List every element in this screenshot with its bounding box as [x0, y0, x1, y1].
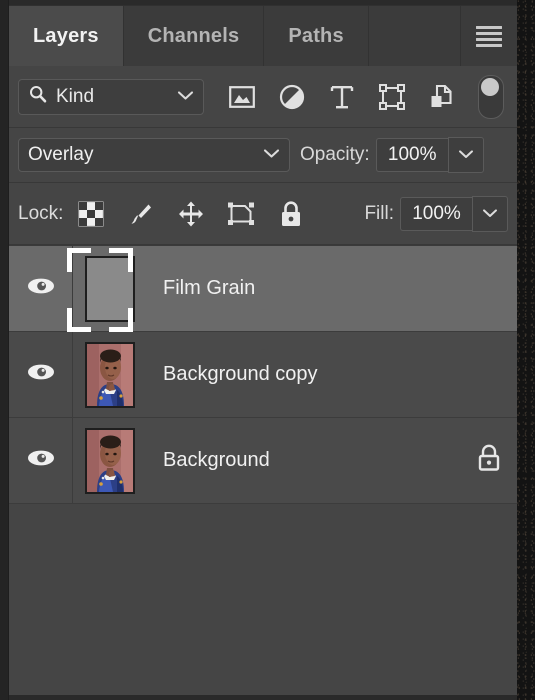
lock-icon-group: [77, 200, 305, 228]
layer-thumbnail: [85, 341, 135, 408]
filter-type-icon-group: [228, 83, 456, 111]
eye-visibility-icon: [26, 448, 56, 473]
tab-channels[interactable]: Channels: [123, 6, 265, 66]
lock-nesting-artboard-icon[interactable]: [227, 200, 255, 228]
layer-locked-icon[interactable]: [476, 443, 502, 478]
shape-layer-filter-icon[interactable]: [378, 83, 406, 111]
panel-tab-bar: Layers Channels Paths: [9, 6, 517, 66]
lock-label: Lock:: [18, 202, 64, 224]
filter-kind-select[interactable]: Kind: [18, 78, 204, 115]
left-edge-rail: [0, 0, 9, 700]
layer-visibility-toggle[interactable]: [9, 332, 73, 417]
hamburger-menu-icon: [476, 25, 502, 47]
tab-layers[interactable]: Layers: [9, 6, 124, 66]
lock-all-icon[interactable]: [277, 200, 305, 228]
lock-position-icon[interactable]: [177, 200, 205, 228]
eye-visibility-icon: [26, 276, 56, 301]
panel-menu-button[interactable]: [461, 6, 517, 66]
layer-thumbnail-cell[interactable]: [73, 341, 147, 408]
eye-visibility-icon: [26, 362, 56, 387]
lock-image-pixels-icon[interactable]: [127, 200, 155, 228]
filter-toggle-knob: [481, 77, 499, 96]
chevron-down-icon: [263, 146, 280, 164]
opacity-input[interactable]: 100%: [375, 138, 448, 172]
tab-layers-label: Layers: [33, 24, 99, 47]
table-row[interactable]: Film Grain: [9, 246, 517, 332]
table-row[interactable]: Background: [9, 418, 517, 504]
layer-name[interactable]: Background: [147, 449, 461, 472]
filter-kind-label: Kind: [56, 85, 95, 107]
type-layer-filter-icon[interactable]: [328, 83, 356, 111]
tab-paths-label: Paths: [288, 24, 344, 47]
photoshop-layers-panel-screen: Layers Channels Paths Kind Overlay Opaci…: [0, 0, 535, 700]
canvas-noise-edge: [517, 0, 535, 700]
layer-filter-row: Kind: [9, 66, 517, 128]
adjustment-layer-filter-icon[interactable]: [278, 83, 306, 111]
blend-mode-select[interactable]: Overlay: [18, 138, 290, 172]
fill-stepper-button[interactable]: [472, 195, 508, 232]
tab-paths[interactable]: Paths: [264, 6, 369, 66]
layers-panel: Layers Channels Paths Kind Overlay Opaci…: [9, 5, 517, 695]
tab-bar-filler: [368, 6, 461, 66]
layer-thumbnail: [85, 427, 135, 494]
search-icon: [28, 84, 48, 109]
layer-lock-slot: [461, 443, 517, 478]
chevron-down-icon: [177, 88, 194, 106]
chevron-down-icon: [458, 146, 474, 164]
pixel-layer-filter-icon[interactable]: [228, 83, 256, 111]
layer-name[interactable]: Background copy: [147, 363, 461, 386]
layer-name[interactable]: Film Grain: [147, 277, 461, 300]
lock-transparent-pixels-icon[interactable]: [77, 200, 105, 228]
layer-visibility-toggle[interactable]: [9, 246, 73, 331]
blend-mode-value: Overlay: [28, 144, 94, 165]
smart-object-filter-icon[interactable]: [428, 83, 456, 111]
layer-thumbnail-cell[interactable]: [67, 247, 147, 332]
blend-mode-row: Overlay Opacity: 100%: [9, 128, 517, 183]
layer-visibility-toggle[interactable]: [9, 418, 73, 503]
filter-enable-toggle[interactable]: [478, 74, 504, 119]
opacity-label: Opacity:: [300, 144, 370, 165]
tab-channels-label: Channels: [147, 24, 240, 47]
fill-label: Fill:: [364, 202, 394, 224]
layer-thumbnail: [85, 255, 135, 322]
chevron-down-icon: [482, 205, 498, 223]
table-row[interactable]: Background copy: [9, 332, 517, 418]
opacity-stepper-button[interactable]: [447, 137, 484, 173]
fill-input[interactable]: 100%: [400, 196, 472, 231]
layer-list: Film Grain Background copy Background: [9, 245, 517, 504]
lock-row: Lock: Fill: 100%: [9, 183, 517, 245]
layer-thumbnail-cell[interactable]: [73, 427, 147, 494]
